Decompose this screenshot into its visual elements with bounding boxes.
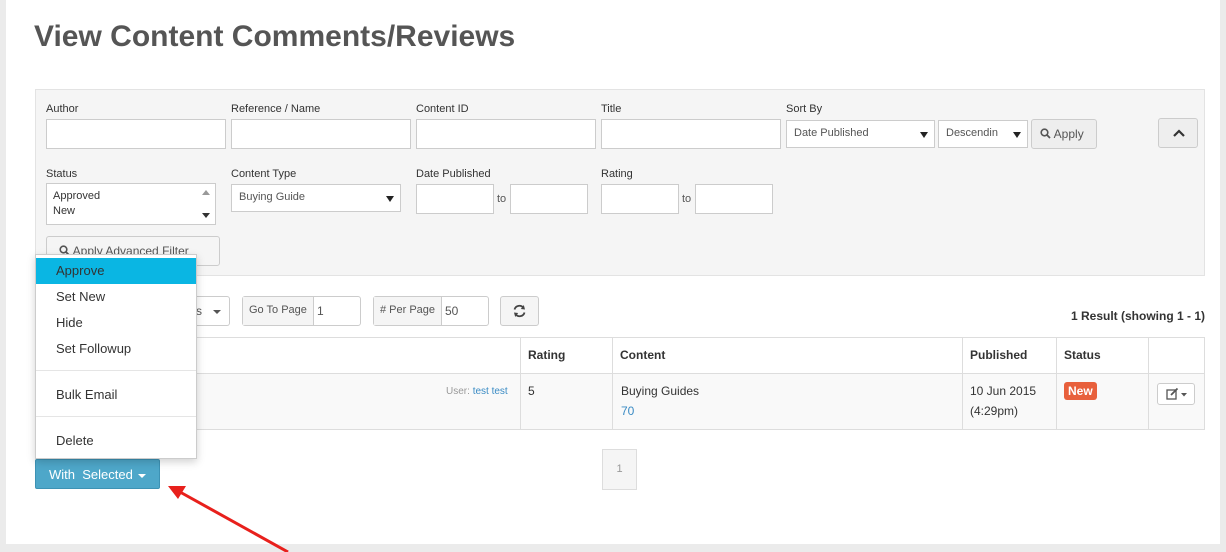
chevron-down-icon bbox=[1013, 132, 1021, 138]
menu-item-approve[interactable]: Approve bbox=[36, 258, 196, 284]
per-page-group: # Per Page 50 bbox=[373, 296, 489, 326]
status-label: Status bbox=[46, 168, 78, 180]
rating-to-input[interactable] bbox=[695, 184, 773, 214]
sort-by-label: Sort By bbox=[786, 103, 823, 115]
column-header-published[interactable]: Published bbox=[962, 338, 1027, 373]
column-header-rating[interactable]: Rating bbox=[520, 338, 565, 373]
menu-item-set-new[interactable]: Set New bbox=[36, 284, 196, 310]
sort-order-select[interactable]: Descendin bbox=[938, 120, 1028, 148]
user-link[interactable]: test test bbox=[473, 386, 508, 397]
pagination-page-1[interactable]: 1 bbox=[602, 449, 637, 490]
menu-divider bbox=[36, 370, 196, 371]
column-header-content[interactable]: Content bbox=[612, 338, 665, 373]
filter-panel: Author Reference / Name Content ID Title… bbox=[35, 89, 1205, 276]
collapse-filters-button[interactable] bbox=[1158, 118, 1198, 148]
title-input[interactable] bbox=[601, 119, 781, 149]
menu-item-delete[interactable]: Delete bbox=[36, 428, 196, 454]
go-to-page-input[interactable]: 1 bbox=[317, 304, 324, 318]
menu-item-hide[interactable]: Hide bbox=[36, 310, 196, 336]
sort-order-value: Descendin bbox=[946, 127, 998, 139]
row-actions-button[interactable] bbox=[1157, 383, 1195, 405]
with-selected-button[interactable]: With Selected bbox=[35, 459, 160, 489]
row-content-id-link[interactable]: 70 bbox=[621, 401, 634, 421]
status-badge: New bbox=[1064, 382, 1097, 400]
per-page-label: # Per Page bbox=[374, 297, 443, 325]
chevron-down-icon bbox=[386, 196, 394, 202]
caret-down-icon bbox=[213, 310, 221, 314]
status-option[interactable]: Approved bbox=[53, 189, 215, 204]
content-type-label: Content Type bbox=[231, 168, 297, 180]
bulk-actions-menu: Approve Set New Hide Set Followup Bulk E… bbox=[35, 254, 197, 459]
row-rating: 5 bbox=[528, 384, 535, 398]
content-type-value: Buying Guide bbox=[239, 191, 306, 203]
page-title: View Content Comments/Reviews bbox=[34, 20, 516, 53]
row-published-time: (4:29pm) bbox=[970, 404, 1019, 418]
sort-by-select[interactable]: Date Published bbox=[786, 120, 935, 148]
chevron-up-icon bbox=[1173, 129, 1185, 137]
row-published-date: 10 Jun 2015 bbox=[970, 384, 1037, 398]
with-selected-label: With Selected bbox=[49, 467, 133, 482]
column-header-status[interactable]: Status bbox=[1056, 338, 1101, 373]
content-id-input[interactable] bbox=[416, 119, 596, 149]
refresh-icon bbox=[513, 304, 526, 318]
date-from-input[interactable] bbox=[416, 184, 494, 214]
author-label: Author bbox=[46, 103, 79, 115]
content-type-select[interactable]: Buying Guide bbox=[231, 184, 401, 212]
user-prefix: User: bbox=[446, 386, 470, 397]
per-page-input[interactable]: 50 bbox=[445, 304, 458, 318]
sort-by-value: Date Published bbox=[794, 127, 869, 139]
apply-button[interactable]: Apply bbox=[1031, 119, 1097, 149]
chevron-down-icon bbox=[920, 132, 928, 138]
row-user: User: test test bbox=[446, 382, 508, 402]
status-option[interactable]: New bbox=[53, 204, 215, 219]
date-to-input[interactable] bbox=[510, 184, 588, 214]
search-icon bbox=[1040, 128, 1051, 139]
refresh-button[interactable] bbox=[500, 296, 539, 326]
content-id-label: Content ID bbox=[416, 103, 469, 115]
author-input[interactable] bbox=[46, 119, 226, 149]
rating-label: Rating bbox=[601, 168, 633, 180]
status-multiselect[interactable]: Approved New bbox=[46, 183, 216, 225]
date-to-label: to bbox=[497, 193, 507, 205]
title-label: Title bbox=[601, 103, 622, 115]
rating-to-label: to bbox=[682, 193, 692, 205]
menu-item-set-followup[interactable]: Set Followup bbox=[36, 336, 196, 362]
edit-icon bbox=[1166, 387, 1187, 400]
column-divider bbox=[1148, 338, 1149, 429]
date-published-label: Date Published bbox=[416, 168, 491, 180]
caret-down-icon bbox=[137, 473, 146, 478]
go-to-page-label: Go To Page bbox=[243, 297, 314, 325]
row-content-title: Buying Guides bbox=[621, 384, 700, 398]
result-count: 1 Result (showing 1 - 1) bbox=[1070, 309, 1205, 323]
scroll-up-icon[interactable] bbox=[202, 190, 210, 195]
rating-from-input[interactable] bbox=[601, 184, 679, 214]
scroll-down-icon[interactable] bbox=[202, 213, 210, 218]
menu-divider bbox=[36, 416, 196, 417]
reference-label: Reference / Name bbox=[231, 103, 321, 115]
comments-table: Rating Content Published Status User: te… bbox=[35, 337, 1205, 430]
header-divider bbox=[36, 373, 1204, 374]
menu-item-bulk-email[interactable]: Bulk Email bbox=[36, 382, 196, 408]
apply-label: Apply bbox=[1053, 127, 1084, 141]
go-to-page-group: Go To Page 1 bbox=[242, 296, 361, 326]
reference-input[interactable] bbox=[231, 119, 411, 149]
